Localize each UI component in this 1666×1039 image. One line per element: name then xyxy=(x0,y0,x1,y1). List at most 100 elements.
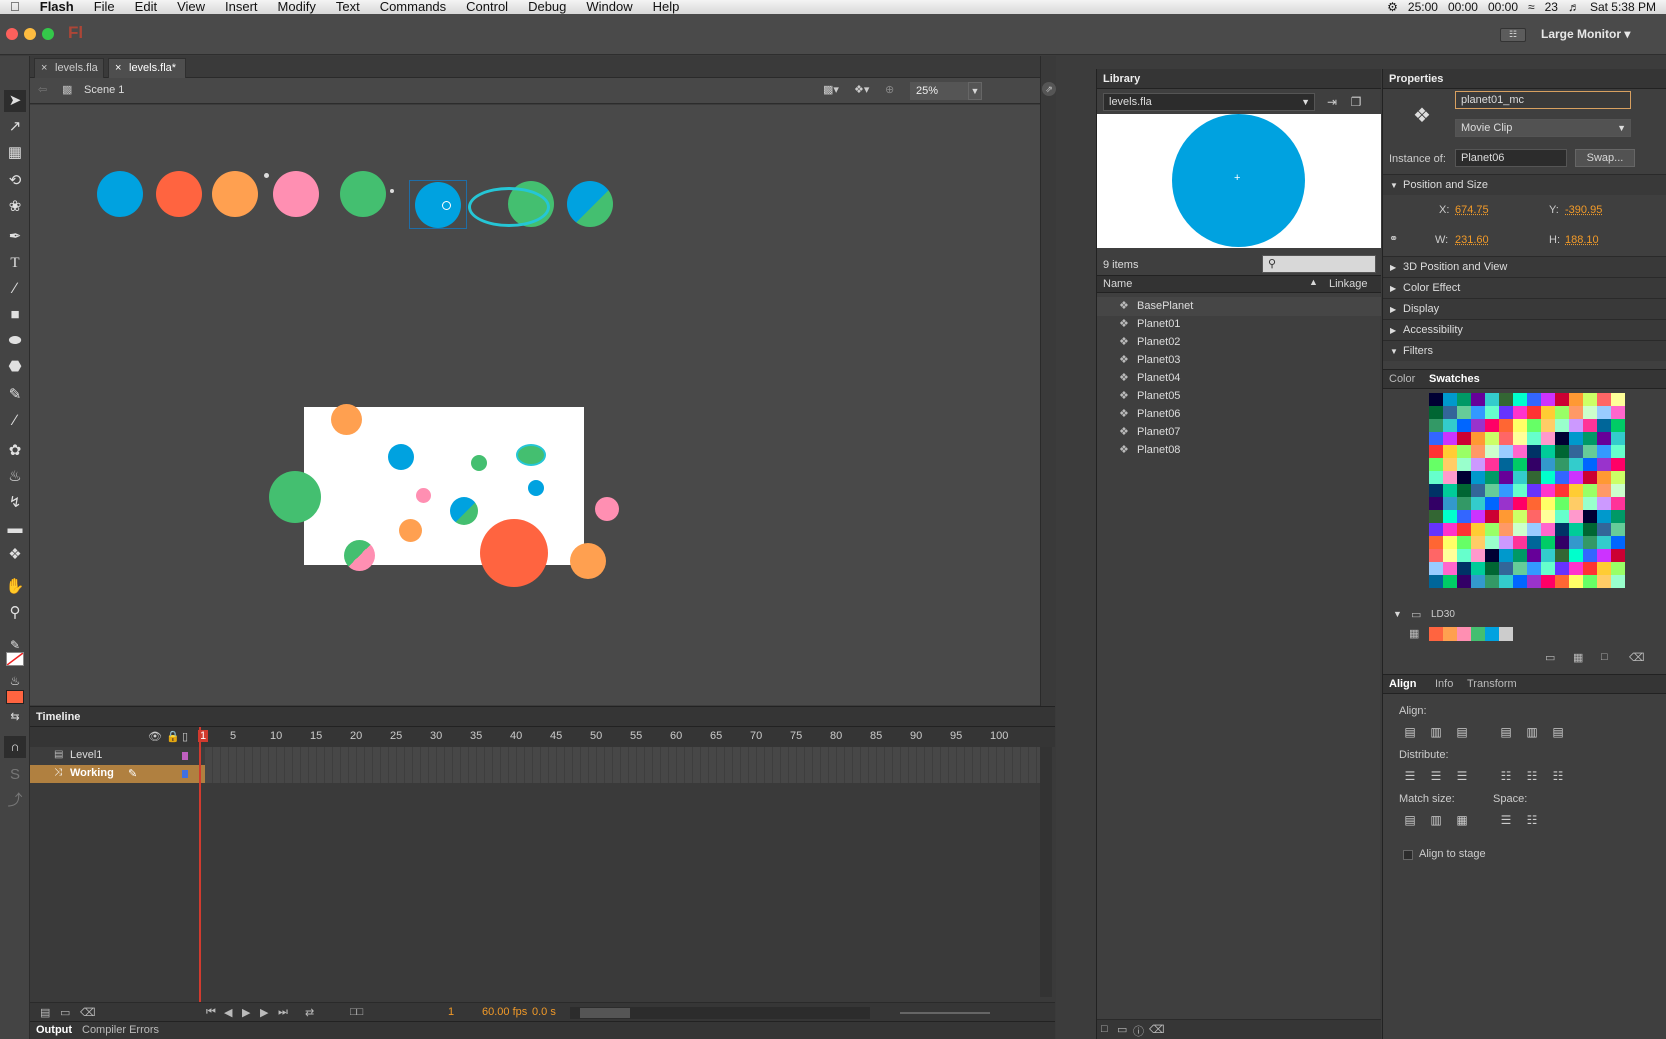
swatch-cell[interactable] xyxy=(1583,536,1597,549)
swatch-cell[interactable] xyxy=(1457,510,1471,523)
swatch-cell[interactable] xyxy=(1555,445,1569,458)
wifi-icon[interactable]: ≈ xyxy=(1528,0,1535,14)
swatch-cell[interactable] xyxy=(1499,562,1513,575)
menu-control[interactable]: Control xyxy=(456,0,518,14)
eraser-tool-icon[interactable]: ▬ xyxy=(4,518,26,540)
play-icon[interactable]: ▶ xyxy=(242,1006,250,1019)
planet-ringed-small[interactable] xyxy=(516,444,546,466)
properties-icon[interactable]: ⓘ xyxy=(1133,1023,1144,1039)
swatch-cell[interactable] xyxy=(1485,406,1499,419)
swatch-cell[interactable] xyxy=(1457,471,1471,484)
swatch-cell[interactable] xyxy=(1555,484,1569,497)
swatch-cell[interactable] xyxy=(1485,523,1499,536)
space-horizontal-icon[interactable]: ☷ xyxy=(1523,812,1541,828)
frame-rate[interactable]: 60.00 fps xyxy=(482,1006,527,1018)
fill-color-icon[interactable]: ♨ xyxy=(4,670,26,692)
swatch-cell[interactable] xyxy=(1597,523,1611,536)
fill-color-swatch[interactable] xyxy=(6,690,24,704)
swatch-cell[interactable] xyxy=(1527,497,1541,510)
frame-zoom-slider[interactable] xyxy=(900,1012,990,1014)
swatch-cell[interactable] xyxy=(1583,432,1597,445)
library-item[interactable]: ❖ Planet07 xyxy=(1097,423,1381,442)
swatch-cell[interactable] xyxy=(1499,497,1513,510)
planet-blue[interactable] xyxy=(388,444,414,470)
swatch-cell[interactable] xyxy=(1527,471,1541,484)
swatch-grid[interactable] xyxy=(1429,393,1625,588)
volume-icon[interactable]: ♬ xyxy=(1568,0,1580,14)
frame-number[interactable]: 45 xyxy=(550,730,562,742)
swatch-cell[interactable] xyxy=(1471,406,1485,419)
swatch-cell[interactable] xyxy=(1527,523,1541,536)
layer-name[interactable]: Level1 xyxy=(70,749,102,761)
menu-debug[interactable]: Debug xyxy=(518,0,576,14)
lasso-tool-icon[interactable]: ❀ xyxy=(4,196,26,218)
close-icon[interactable]: × xyxy=(41,59,47,77)
align-top-icon[interactable]: ▤ xyxy=(1497,724,1515,740)
swatch-cell[interactable] xyxy=(1611,497,1625,510)
swatch-cell[interactable] xyxy=(1457,393,1471,406)
close-window-button[interactable] xyxy=(6,28,18,40)
swatch-cell[interactable] xyxy=(1583,484,1597,497)
swatch-cell[interactable] xyxy=(1583,471,1597,484)
swatch-cell[interactable] xyxy=(1457,406,1471,419)
swatch-cell[interactable] xyxy=(1513,419,1527,432)
chevron-down-icon[interactable]: ▼ xyxy=(968,82,982,100)
swatch-cell[interactable] xyxy=(1513,445,1527,458)
swatch-cell[interactable] xyxy=(1597,406,1611,419)
last-frame-icon[interactable]: ⏭ xyxy=(278,1006,288,1019)
planet-red-large[interactable] xyxy=(480,519,548,587)
swatch-cell[interactable] xyxy=(1555,562,1569,575)
swatch-cell[interactable] xyxy=(1611,523,1625,536)
swatch-cell[interactable] xyxy=(1471,445,1485,458)
swatch-cell[interactable] xyxy=(1569,406,1583,419)
new-symbol-icon[interactable]: □ xyxy=(1101,1023,1108,1035)
new-swatch-icon[interactable]: □ xyxy=(1601,651,1608,663)
frame-number[interactable]: 30 xyxy=(430,730,442,742)
edit-scene-icon[interactable]: ▩▾ xyxy=(823,83,839,96)
planet-pink-small[interactable] xyxy=(416,488,431,503)
tab-info[interactable]: Info xyxy=(1435,678,1453,690)
swatch-cell[interactable] xyxy=(1541,549,1555,562)
planet-blue[interactable] xyxy=(97,171,143,217)
swatch-cell[interactable] xyxy=(1471,393,1485,406)
swatch-cell[interactable] xyxy=(1569,510,1583,523)
x-value[interactable]: 674.75 xyxy=(1455,204,1489,216)
timer-status[interactable]: 25:00 xyxy=(1408,0,1438,14)
edit-symbols-icon[interactable]: ❖▾ xyxy=(854,83,869,96)
align-to-stage-checkbox[interactable] xyxy=(1403,850,1413,860)
swatch-cell[interactable] xyxy=(1429,432,1443,445)
library-item[interactable]: ❖ Planet05 xyxy=(1097,387,1381,406)
swatch-cell[interactable] xyxy=(1443,445,1457,458)
swatch-cell[interactable] xyxy=(1583,458,1597,471)
swatch-cell[interactable] xyxy=(1555,575,1569,588)
swatch-gray[interactable] xyxy=(1499,627,1513,641)
swatch-cell[interactable] xyxy=(1583,393,1597,406)
back-arrow-icon[interactable]: ⇦ xyxy=(38,83,47,96)
swatch-cell[interactable] xyxy=(1443,406,1457,419)
distribute-h-center-icon[interactable]: ☷ xyxy=(1523,768,1541,784)
swatch-cell[interactable] xyxy=(1597,471,1611,484)
swatch-cell[interactable] xyxy=(1457,523,1471,536)
first-frame-icon[interactable]: ⏮ xyxy=(206,1006,216,1019)
swatch-cell[interactable] xyxy=(1499,393,1513,406)
timer-status[interactable]: 00:00 xyxy=(1488,0,1518,14)
swatch-cell[interactable] xyxy=(1499,471,1513,484)
center-stage-icon[interactable]: ⊕ xyxy=(885,83,894,96)
lock-icon[interactable]: 🔒 xyxy=(166,730,180,743)
frame-number[interactable]: 60 xyxy=(670,730,682,742)
swatch-cell[interactable] xyxy=(1485,484,1499,497)
planet-pink[interactable] xyxy=(595,497,619,521)
new-library-icon[interactable]: ❐ xyxy=(1347,94,1365,110)
swatch-cell[interactable] xyxy=(1429,536,1443,549)
new-layer-icon[interactable]: ▤ xyxy=(40,1006,50,1019)
swatch-cell[interactable] xyxy=(1443,471,1457,484)
column-name[interactable]: Name xyxy=(1103,278,1132,290)
library-item[interactable]: ❖ Planet04 xyxy=(1097,369,1381,388)
calendar-status[interactable]: 23 xyxy=(1545,0,1558,14)
planet-earth-small[interactable] xyxy=(450,497,478,525)
swatch-cell[interactable] xyxy=(1513,536,1527,549)
swatch-cell[interactable] xyxy=(1429,575,1443,588)
swatch-cell[interactable] xyxy=(1569,523,1583,536)
close-icon[interactable]: × xyxy=(115,59,121,77)
swatch-cell[interactable] xyxy=(1513,393,1527,406)
